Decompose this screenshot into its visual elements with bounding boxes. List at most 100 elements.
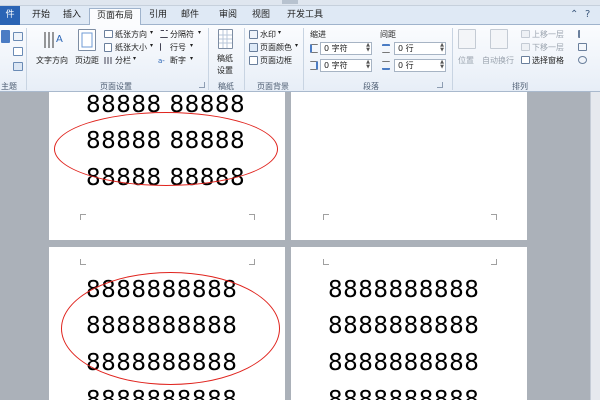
dropdown-arrow-icon: ▾ [295,42,299,49]
page-setup-launcher-icon[interactable] [199,82,205,88]
spinner-icon[interactable]: ▲ ▼ [366,60,370,70]
tab-review[interactable]: 审阅 [214,8,242,25]
page-borders-button[interactable]: 页面边框 [260,55,292,66]
tab-page-layout[interactable]: 页面布局 [89,8,141,26]
wrap-text-icon[interactable] [490,29,508,49]
page-setup-group-label: 页面设置 [100,82,132,91]
spacing-before-input[interactable]: 0 行 ▲ ▼ [394,42,446,55]
arrange-group-label: 排列 [512,82,528,91]
crop-mark [323,214,329,220]
minimize-ribbon-icon[interactable]: ⌃ [570,9,578,20]
line-numbers-icon [160,43,168,51]
page-text-line: 8888888888 [86,387,238,400]
indent-left-value: 0 字符 [324,44,348,53]
orientation-button[interactable]: 纸张方向 [115,29,147,40]
title-bar-fragment [282,0,298,4]
page-color-icon [249,43,258,52]
wrap-text-button[interactable]: 自动换行 [482,55,514,66]
orientation-icon [104,30,113,38]
page-text-line: 8888888888 [328,387,480,400]
rotate-icon[interactable] [578,56,587,64]
text-direction-icon[interactable]: A [42,29,64,51]
bring-forward-icon [521,30,530,38]
draft-paper-icon[interactable] [218,29,233,49]
annotation-ellipse [54,112,278,186]
tab-file[interactable]: 件 [0,6,20,25]
text-direction-button[interactable]: 文字方向 [36,55,68,66]
breaks-button[interactable]: 分隔符 [170,29,194,40]
align-icon[interactable] [578,30,587,38]
dropdown-arrow-icon: ▾ [278,29,282,36]
hyphenation-icon: a- [158,56,168,65]
dropdown-arrow-icon: ▾ [150,42,154,49]
annotation-ellipse [61,272,280,385]
columns-icon [104,56,113,65]
spinner-icon[interactable]: ▲ ▼ [440,60,444,70]
draft-group-label: 稿纸 [218,82,234,91]
tab-developer[interactable]: 开发工具 [283,8,327,25]
spacing-header: 间距 [380,30,396,39]
crop-mark [249,214,255,220]
crop-mark [249,259,255,265]
theme-colors-icon[interactable] [13,32,23,41]
paragraph-launcher-icon[interactable] [437,82,443,88]
dropdown-arrow-icon: ▾ [190,55,194,62]
indent-right-input[interactable]: 0 字符 ▲ ▼ [320,59,372,72]
theme-fonts-icon[interactable] [13,47,23,56]
page[interactable] [291,92,527,240]
paragraph-group-label: 段落 [363,82,379,91]
margins-button[interactable]: 页边距 [75,55,99,66]
selection-pane-icon [521,56,530,64]
watermark-button[interactable]: 水印 [260,29,276,40]
spacing-after-icon [382,61,390,70]
group-separator [208,28,209,90]
tab-mailings[interactable]: 邮件 [176,8,204,25]
page-background-group-label: 页面背景 [257,82,289,91]
svg-text:a-: a- [158,57,165,64]
spacing-before-value: 0 行 [398,44,414,53]
crop-mark [491,259,497,265]
columns-button[interactable]: 分栏 [115,55,131,66]
group-separator [26,28,27,90]
themes-icon[interactable] [1,30,10,43]
spinner-icon[interactable]: ▲ ▼ [366,43,370,53]
page-borders-icon [249,56,258,65]
send-backward-button[interactable]: 下移一层 [532,42,564,53]
indent-header: 缩进 [310,30,326,39]
vertical-scrollbar[interactable] [590,92,600,400]
position-icon[interactable] [458,29,476,49]
tab-home[interactable]: 开始 [27,8,55,25]
draft-paper-button-line2[interactable]: 设置 [217,65,233,76]
margins-icon[interactable] [78,29,96,51]
position-button[interactable]: 位置 [458,55,474,66]
tab-view[interactable]: 视图 [247,8,275,25]
size-button[interactable]: 纸张大小 [115,42,147,53]
page[interactable]: 8888888888 8888888888 8888888888 8888888… [49,247,285,400]
dropdown-arrow-icon: ▾ [198,29,202,36]
spinner-icon[interactable]: ▲ ▼ [440,43,444,53]
tab-references[interactable]: 引用 [144,8,172,25]
tab-insert[interactable]: 插入 [58,8,86,25]
group-icon[interactable] [578,43,587,51]
spacing-after-input[interactable]: 0 行 ▲ ▼ [394,59,446,72]
crop-mark [80,259,86,265]
crop-mark [323,259,329,265]
line-numbers-button[interactable]: 行号 [170,42,186,53]
dropdown-arrow-icon: ▾ [190,42,194,49]
theme-effects-icon[interactable] [13,62,23,71]
help-icon[interactable]: ? [585,9,590,20]
indent-left-input[interactable]: 0 字符 ▲ ▼ [320,42,372,55]
page-text-line: 8888888888 [328,350,480,376]
page[interactable]: 8888888888 8888888888 8888888888 8888888… [291,247,527,400]
group-separator [244,28,245,90]
svg-text:A: A [56,34,63,45]
selection-pane-button[interactable]: 选择窗格 [532,55,564,66]
page-color-button[interactable]: 页面颜色 [260,42,292,53]
bring-forward-button[interactable]: 上移一层 [532,29,564,40]
size-icon [104,43,112,52]
draft-paper-button-line1[interactable]: 稿纸 [217,53,233,64]
group-separator [452,28,453,90]
hyphenation-button[interactable]: 断字 [170,55,186,66]
themes-group-label: 主题 [1,82,17,91]
page[interactable]: 88888 88888 88888 88888 88888 88888 [49,92,285,240]
